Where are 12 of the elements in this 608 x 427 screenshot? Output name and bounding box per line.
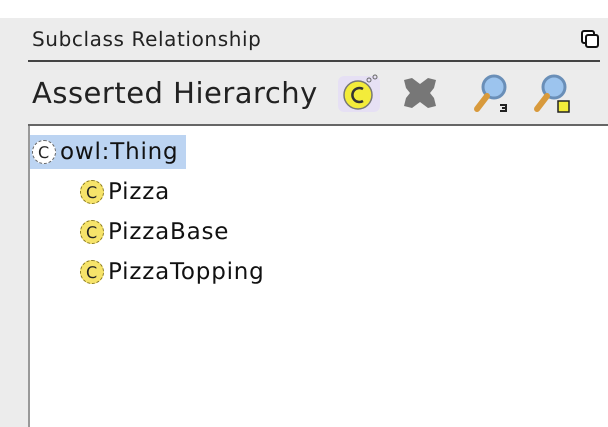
- class-icon: C: [80, 220, 104, 244]
- view-title: Subclass Relationship: [32, 27, 262, 51]
- tree-item[interactable]: C owl:Thing: [30, 135, 186, 169]
- class-icon: C: [80, 260, 104, 284]
- tree-item[interactable]: C Pizza: [78, 175, 178, 209]
- class-icon: C: [32, 140, 56, 164]
- restore-window-icon[interactable]: [580, 29, 600, 49]
- add-class-icon[interactable]: [336, 72, 382, 114]
- class-icon: C: [80, 180, 104, 204]
- hierarchy-title: Asserted Hierarchy: [32, 76, 318, 110]
- tree-item[interactable]: C PizzaBase: [78, 215, 238, 249]
- tree-item[interactable]: C PizzaTopping: [78, 255, 273, 289]
